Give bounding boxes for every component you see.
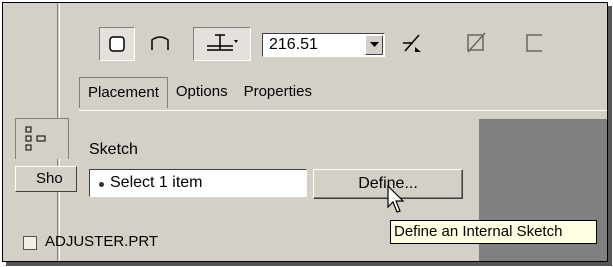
show-button-label: Sho	[36, 170, 63, 187]
depth-value-field[interactable]: 216.51	[262, 33, 385, 57]
depth-value: 216.51	[269, 36, 318, 53]
tab-properties[interactable]: Properties	[236, 77, 320, 107]
remove-material-icon	[467, 32, 486, 53]
collector-bullet-icon	[99, 182, 104, 187]
tab-placement[interactable]: Placement	[79, 77, 168, 108]
surface-icon	[151, 36, 169, 50]
extrude-dashboard: 216.51 Placement Options Properties Sho …	[2, 2, 608, 262]
part-icon	[23, 236, 37, 250]
dropdown-arrow-icon	[234, 40, 238, 43]
collector-text: Select 1 item	[110, 174, 203, 191]
dashboard-tabs: Placement Options Properties	[79, 77, 320, 109]
surface-button[interactable]	[143, 27, 177, 59]
solid-icon	[109, 36, 125, 52]
depth-options-icon	[207, 34, 238, 51]
solid-button[interactable]	[99, 27, 135, 61]
flip-direction-button[interactable]	[395, 27, 429, 59]
sketch-collector[interactable]: Select 1 item	[89, 169, 307, 197]
show-button[interactable]: Sho	[15, 166, 77, 192]
depth-value-dropdown[interactable]	[365, 35, 383, 55]
tab-options[interactable]: Options	[168, 77, 236, 107]
flip-direction-icon	[403, 34, 421, 52]
thicken-button[interactable]	[517, 27, 551, 59]
mouse-cursor-icon	[387, 185, 405, 213]
define-tooltip: Define an Internal Sketch	[390, 220, 597, 244]
model-tree-icon	[25, 126, 46, 151]
chevron-down-icon	[369, 42, 379, 47]
thicken-icon	[526, 34, 542, 52]
sketch-label: Sketch	[89, 141, 138, 158]
remove-material-button[interactable]	[459, 27, 493, 59]
depth-options-button[interactable]	[193, 27, 251, 61]
model-tree-tab[interactable]	[15, 118, 69, 159]
